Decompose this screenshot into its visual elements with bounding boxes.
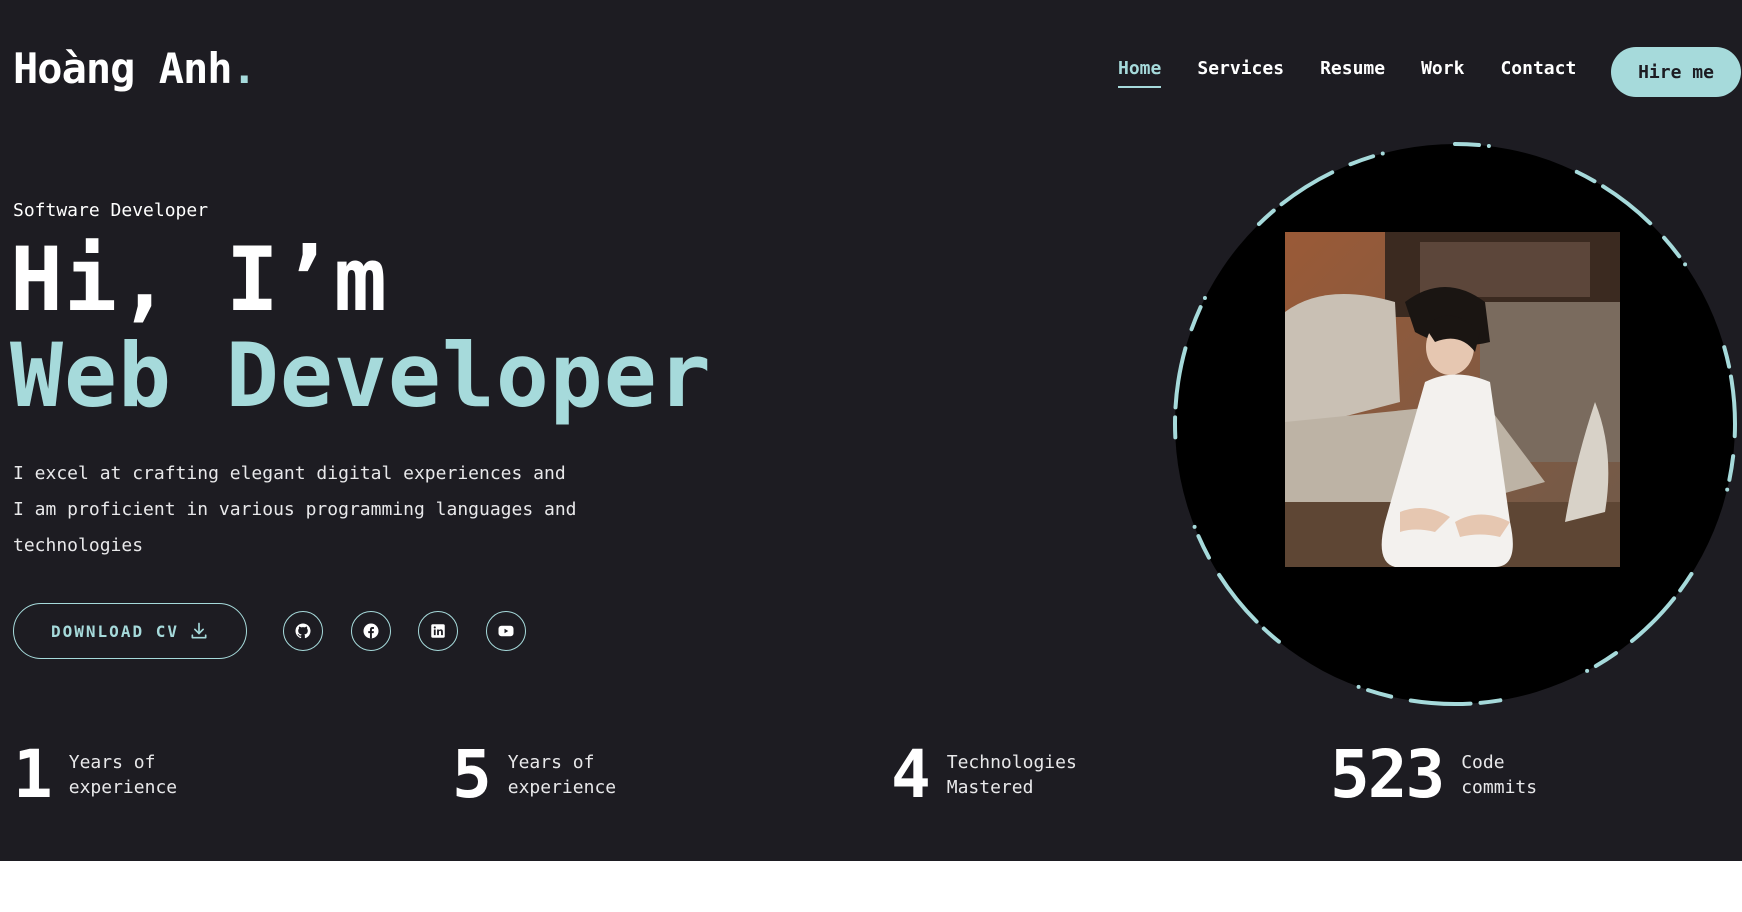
hero-description: I excel at crafting elegant digital expe… (13, 456, 613, 564)
stat-value: 1 (13, 736, 53, 813)
nav-resume[interactable]: Resume (1320, 58, 1385, 79)
nav-home[interactable]: Home (1118, 58, 1162, 88)
hero-subtitle: Software Developer (13, 200, 209, 221)
stat-value: 4 (891, 736, 931, 813)
hire-me-button[interactable]: Hire me (1611, 47, 1741, 97)
description-line: technologies (13, 535, 144, 556)
stat-value: 5 (452, 736, 492, 813)
hero-greeting: Hi, I’m (10, 228, 388, 331)
github-link[interactable] (283, 611, 323, 651)
linkedin-link[interactable] (418, 611, 458, 651)
stat-label: Technologies Mastered (946, 752, 1077, 798)
nav-services[interactable]: Services (1197, 58, 1284, 79)
nav-contact[interactable]: Contact (1500, 58, 1576, 79)
stat-commits: 523 Code commits (1330, 740, 1537, 810)
stat-label: Years of experience (507, 752, 617, 798)
stat-label: Code commits (1461, 752, 1538, 798)
main-nav: Home Services Resume Work Contact (1118, 58, 1612, 88)
download-cv-label: DOWNLOAD CV (51, 621, 179, 641)
stat-years-1: 1 Years of experience (13, 740, 177, 810)
stat-years-5: 5 Years of experience (452, 740, 616, 810)
hero-role: Web Developer (10, 324, 712, 427)
stat-value: 523 (1330, 736, 1445, 813)
description-line: I am proficient in various programming l… (13, 499, 577, 520)
stat-label: Years of experience (68, 752, 178, 798)
facebook-icon (363, 623, 379, 639)
download-icon (191, 622, 207, 639)
youtube-icon (498, 625, 514, 637)
profile-photo (1285, 232, 1620, 567)
hero-section: Hoàng Anh. Home Services Resume Work Con… (0, 0, 1742, 861)
description-line: I excel at crafting elegant digital expe… (13, 463, 566, 484)
download-cv-button[interactable]: DOWNLOAD CV (13, 603, 247, 659)
profile-photo-frame (1172, 141, 1738, 707)
facebook-link[interactable] (351, 611, 391, 651)
linkedin-icon (431, 624, 445, 638)
stat-technologies: 4 Technologies Mastered (891, 740, 1077, 810)
youtube-link[interactable] (486, 611, 526, 651)
github-icon (295, 623, 311, 639)
nav-work[interactable]: Work (1421, 58, 1464, 79)
site-logo[interactable]: Hoàng Anh. (13, 44, 257, 93)
